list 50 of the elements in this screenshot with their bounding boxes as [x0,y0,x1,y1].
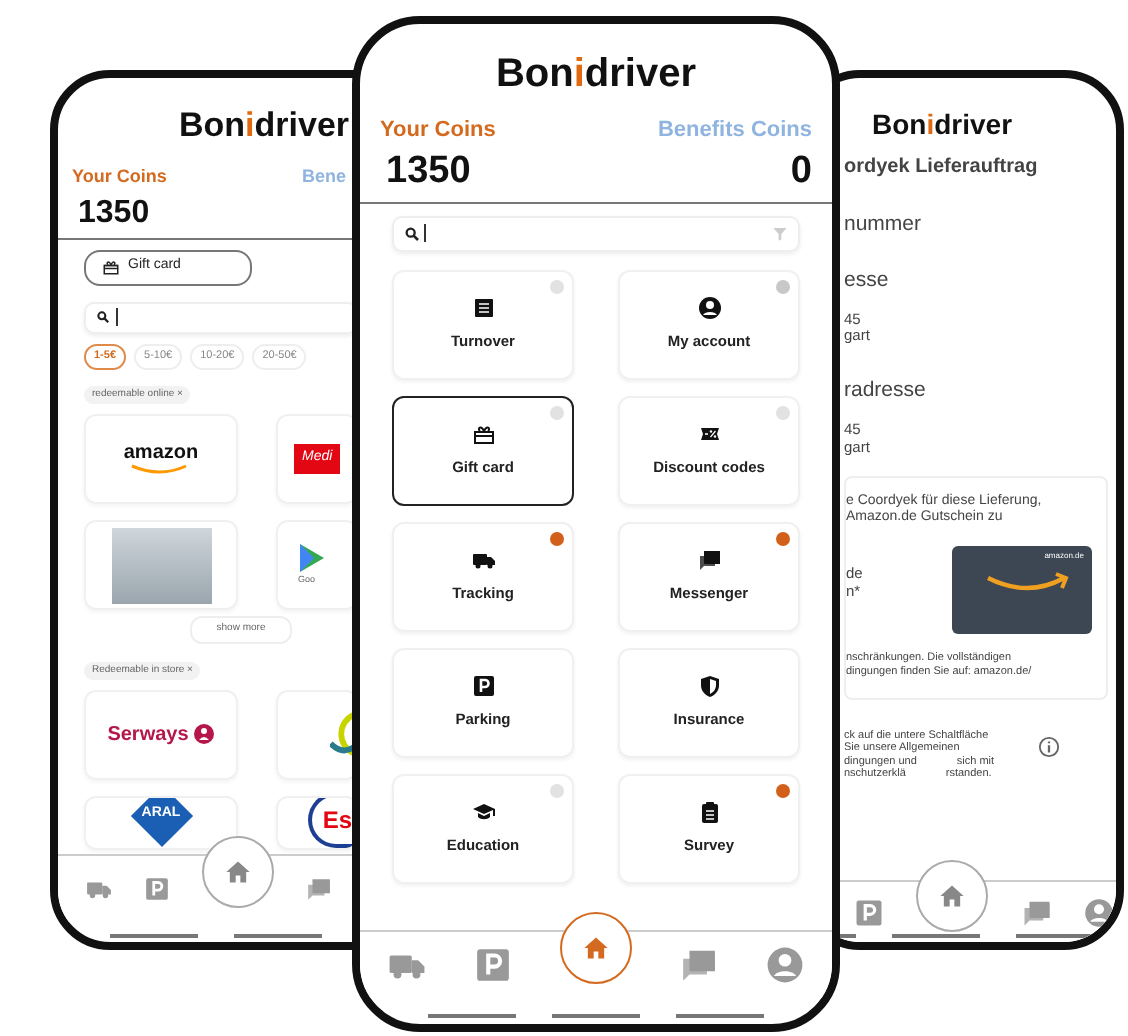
field-label: radresse [844,377,926,402]
brand-tile[interactable]: Serways [84,689,238,779]
coins-value: 1350 [76,197,150,229]
coins-label: Benefits Coins [657,116,812,146]
search-field[interactable] [392,215,800,251]
home-button[interactable] [916,859,989,931]
home-button[interactable] [560,911,632,983]
account-icon [697,295,721,320]
order-title: ordyek Lieferauftrag [844,156,1038,179]
graduation-cap-icon [471,799,495,824]
gift-icon [102,258,120,276]
field-label: esse [844,267,889,292]
ring-logo-icon [330,712,356,756]
search-icon [96,310,110,324]
chat-icon [697,547,721,572]
app-logo: Bonidriver [872,110,1013,138]
coins-label: Bene [301,164,346,190]
info-icon [1038,736,1061,759]
photo-placeholder [111,527,211,603]
chat-icon[interactable] [306,876,332,902]
person-circle-icon [194,724,215,744]
parking-icon[interactable] [854,898,885,928]
gift-icon [471,421,495,446]
brand-wordmark: amazon [123,444,199,464]
home-button[interactable] [202,835,274,907]
brand-tile[interactable] [84,520,238,610]
field-label: nummer [844,211,922,236]
home-icon [582,933,610,961]
parking-icon[interactable] [474,946,512,984]
filter-icon [772,225,788,241]
brand-wordmark: Serways [107,721,189,749]
app-logo: Bonidriver [495,54,697,94]
coins-label: Your Coins [380,116,496,146]
home-icon [224,857,252,885]
coins-value: 1350 [386,151,471,189]
brand-tile[interactable]: amazon [84,414,238,504]
clipboard-icon [697,799,721,824]
parking-icon [471,673,495,698]
chat-icon[interactable] [680,946,718,984]
chat-icon[interactable] [1021,898,1052,928]
home-icon [938,881,967,909]
coins-value: 0 [790,151,812,189]
account-icon[interactable] [1083,898,1114,928]
app-logo: Bonidriver [178,108,350,142]
shield-icon [697,673,721,698]
coins-label: Your Coins [72,164,167,190]
search-icon [404,225,420,241]
parking-icon[interactable] [144,876,170,902]
play-triangle-icon [298,542,326,575]
list-icon [471,295,495,320]
